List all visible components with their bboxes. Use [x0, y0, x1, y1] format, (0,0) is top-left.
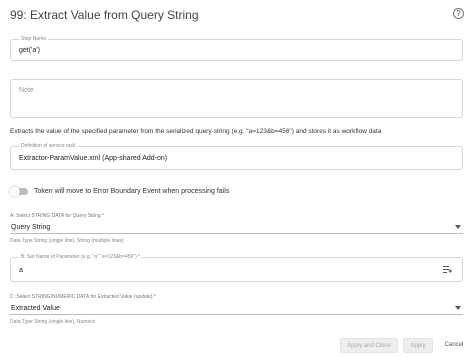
note-field[interactable]: Note: [10, 79, 463, 118]
field-c-hint: Data Type String (single line), Numeric: [10, 319, 96, 325]
apply-button[interactable]: Apply: [403, 338, 433, 353]
field-a-value: Query String: [11, 224, 51, 231]
service-task-label: Definition of service task: [19, 142, 78, 150]
toggle-knob: [9, 186, 20, 197]
field-b-label: B: Set Name of Parameter (e.g. "a" "a=12…: [19, 253, 143, 261]
help-icon[interactable]: ?: [453, 8, 464, 19]
note-placeholder: Note: [19, 87, 34, 94]
service-task-field: Definition of service task Extractor-Par…: [10, 142, 463, 170]
step-name-value: get('a'): [19, 47, 40, 54]
dropdown-arrow-icon: [455, 225, 461, 229]
error-boundary-toggle[interactable]: [9, 186, 28, 197]
field-a-hint: Data Type String (single line), String (…: [10, 238, 124, 244]
error-boundary-toggle-label: Token will move to Error Boundary Event …: [34, 188, 230, 195]
dropdown-arrow-icon: [455, 306, 461, 310]
field-c-value: Extracted Value: [11, 305, 60, 312]
step-name-label: Step Name: [19, 35, 49, 43]
field-c-label: C: Select STRING/NUMERIC DATA for Extrac…: [10, 294, 156, 300]
field-a-select[interactable]: Query String: [10, 221, 463, 234]
dialog-title: 99: Extract Value from Query String: [10, 8, 199, 22]
service-task-value: Extractor-ParamValue.xml (App-shared Add…: [19, 155, 168, 162]
cancel-button[interactable]: Cancel: [440, 338, 468, 353]
field-b-value: a: [19, 267, 23, 274]
description-text: Extracts the value of the specified para…: [10, 128, 382, 135]
field-a-label: A: Select STRING DATA for Query String *: [10, 213, 105, 219]
step-name-field[interactable]: Step Name get('a'): [10, 35, 463, 61]
field-c-select[interactable]: Extracted Value: [10, 302, 463, 315]
apply-and-close-button[interactable]: Apply and Close: [340, 338, 398, 353]
field-b-input[interactable]: B: Set Name of Parameter (e.g. "a" "a=12…: [10, 253, 463, 282]
insert-data-icon[interactable]: [443, 266, 452, 274]
